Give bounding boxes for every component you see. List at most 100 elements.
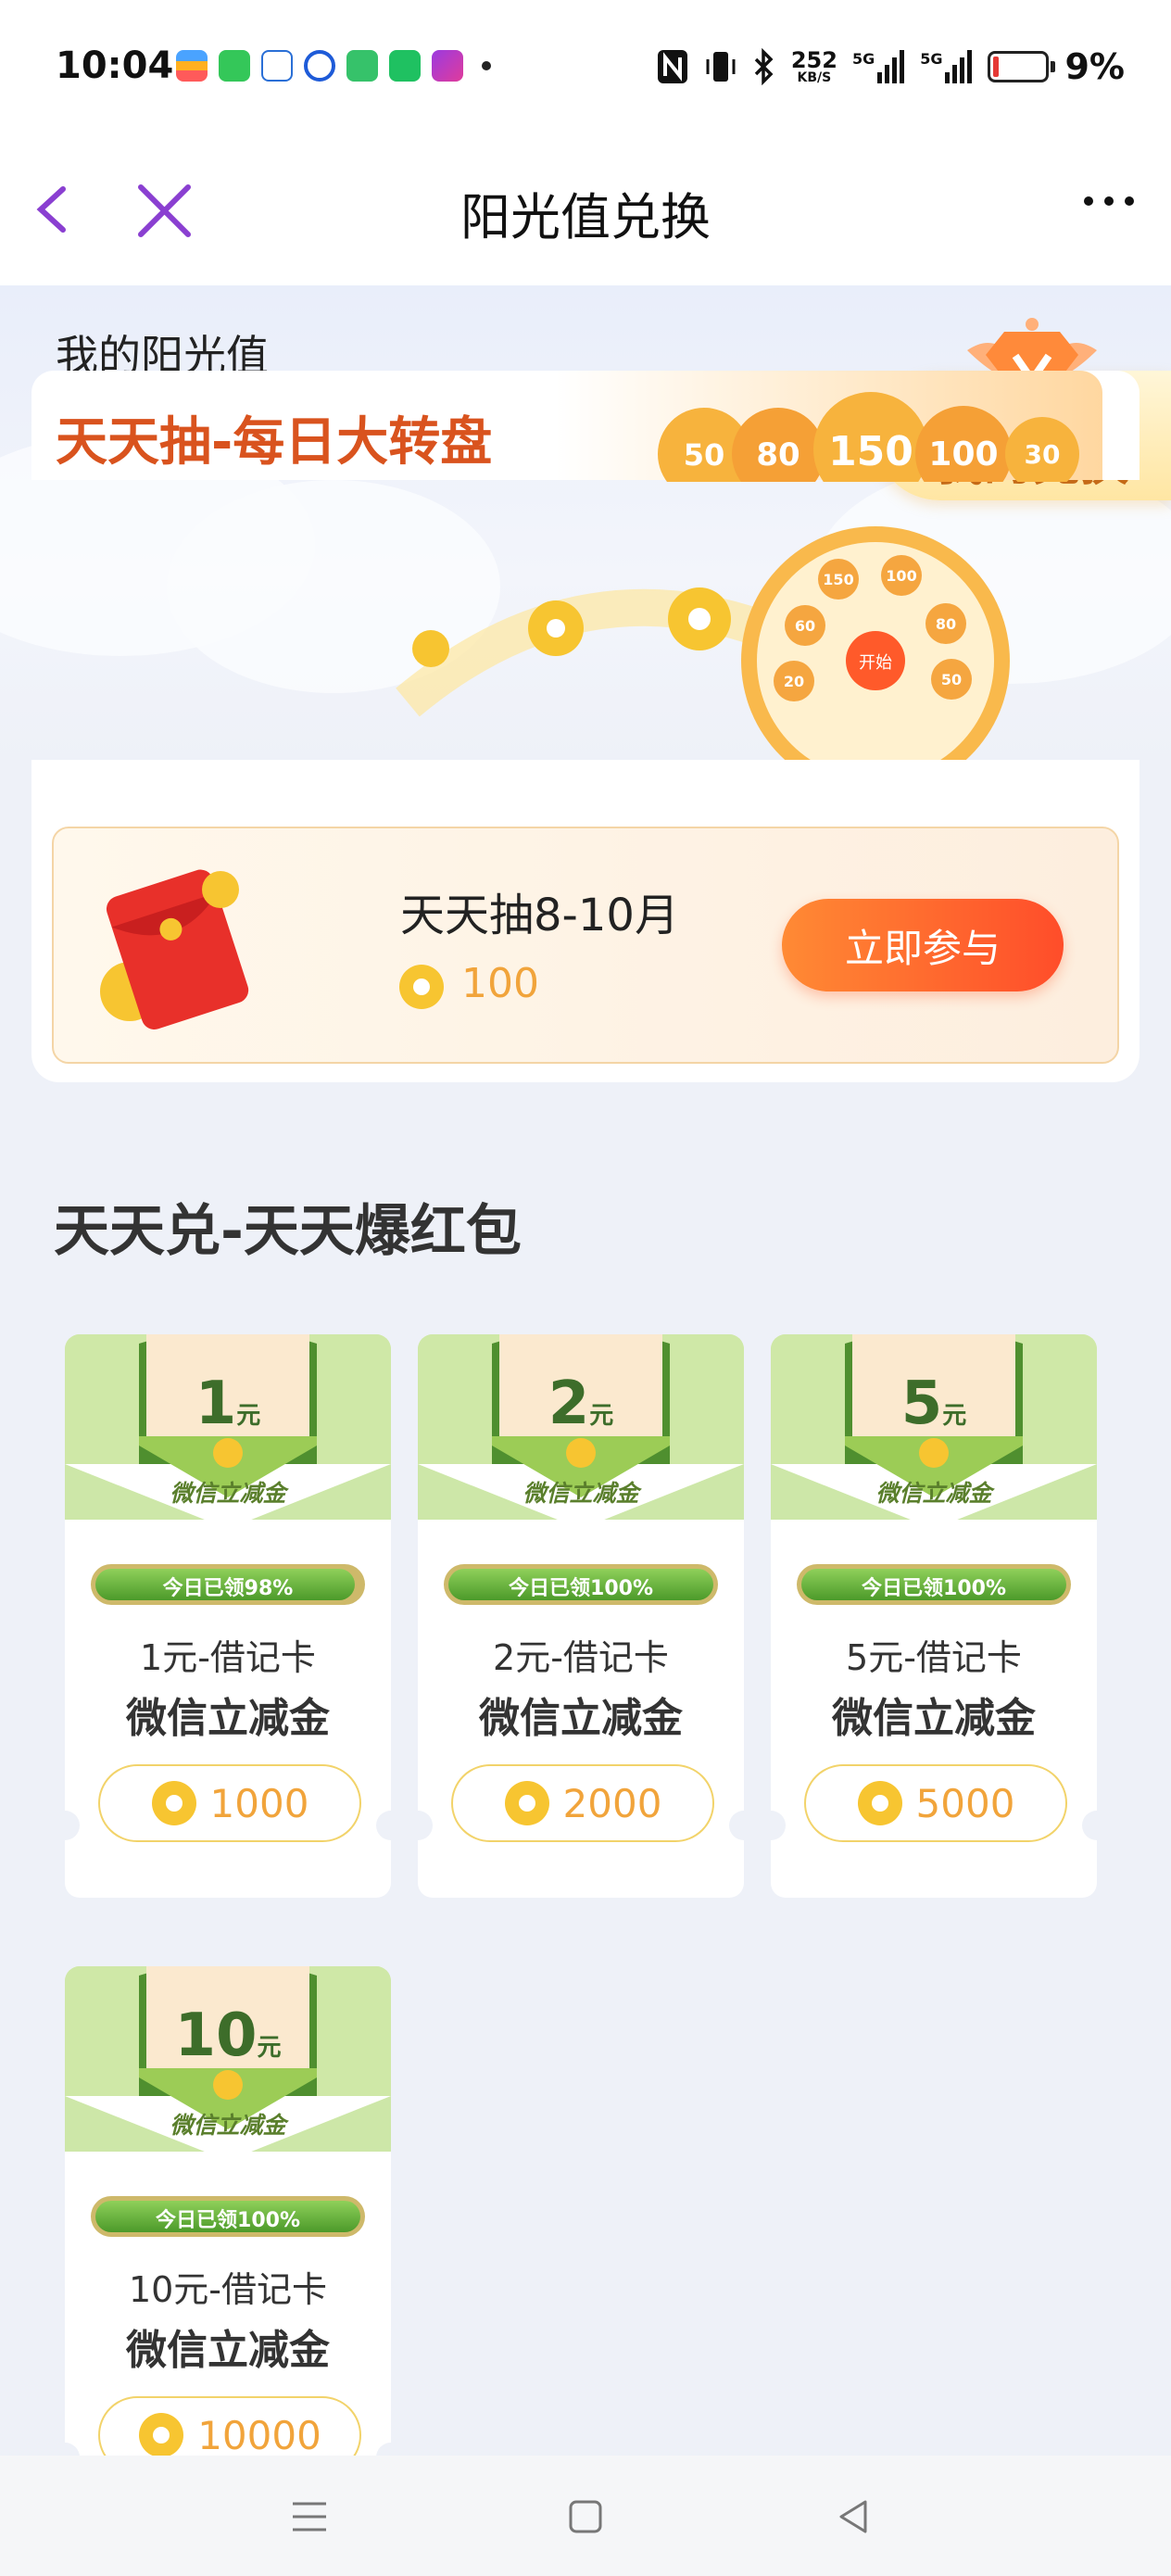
card-notch [771,1811,786,1840]
coin-value: 50 [684,437,725,473]
wheel-segment: 80 [936,615,956,633]
voucher-amount: 5元 [771,1370,1097,1438]
voucher-card[interactable]: 10元 微信立减金 今日已领100% 10元-借记卡 微信立减金 10000 [65,1966,391,2530]
nav-bar: 阳光值兑换 [0,139,1171,285]
app-icon [304,50,335,82]
voucher-amount: 10元 [65,2001,391,2070]
join-now-button[interactable]: 立即参与 [782,899,1064,991]
battery-percent: 9% [1064,46,1125,87]
battery-icon [988,51,1050,82]
lottery-item-name: 天天抽8-10月 [400,890,679,941]
coin-value: 100 [928,436,998,474]
coin-value: 150 [828,428,913,475]
menu-icon[interactable] [289,2496,330,2537]
voucher-card[interactable]: 5元 微信立减金 今日已领100% 5元-借记卡 微信立减金 5000 [771,1334,1097,1898]
net-speed: 252 KB/S [791,49,837,84]
redeem-price: 2000 [562,1780,662,1826]
nfc-icon [657,50,687,83]
voucher-card[interactable]: 2元 微信立减金 今日已领100% 2元-借记卡 微信立减金 2000 [418,1334,744,1898]
net-speed-value: 252 [790,47,837,73]
prize-wheel-icon: 150 100 80 60 20 50 开始 [741,526,1010,767]
card-notch [1082,1811,1097,1840]
voucher-subtitle: 10元-借记卡 [128,2269,328,2310]
signal-2-label: 5G [920,50,943,68]
signal-2: 5G [920,50,973,83]
redeem-price: 1000 [209,1780,309,1826]
status-right: 252 KB/S 5G 5G 9% [656,46,1125,87]
battery: 9% [988,46,1125,87]
redeem-button[interactable]: 1000 [98,1764,361,1842]
voucher-amount-number: 2 [548,1370,590,1438]
status-bar: 10:04 252 KB/S 5G 5G 9% [0,0,1171,139]
back-nav-icon[interactable] [834,2496,875,2537]
voucher-amount-number: 5 [900,1370,943,1438]
claimed-progress-text: 今日已领100% [862,1577,1006,1600]
sun-coin-icon [504,1781,549,1825]
redeem-button[interactable]: 5000 [804,1764,1067,1842]
card-notch [418,1811,433,1840]
more-icon[interactable] [1084,196,1134,206]
voucher-subtitle: 1元-借记卡 [140,1637,316,1678]
claimed-progress-bar: 今日已领100% [797,1564,1071,1605]
sun-coin-icon [857,1781,902,1825]
signal-bars-icon [945,50,973,83]
notification-icons [176,50,491,82]
signal-1: 5G [852,50,905,83]
wheel-segment: 100 [886,567,916,585]
voucher-card[interactable]: 1元 微信立减金 今日已领98% 1元-借记卡 微信立减金 1000 [65,1334,391,1898]
voucher-envelope-label: 微信立减金 [875,1480,992,1507]
voucher-amount-unit: 元 [257,2034,282,2062]
signal-1-label: 5G [851,50,875,68]
claimed-progress-bar: 今日已领100% [91,2196,365,2237]
voucher-subtitle: 2元-借记卡 [493,1637,669,1678]
sunshine-header: 我的阳光值 120738 我的兑换 150 100 80 60 20 50 开 [0,285,1171,767]
voucher-title: 微信立减金 [479,1695,683,1742]
sun-coin-icon [139,2413,184,2457]
claimed-progress-bar: 今日已领100% [444,1564,718,1605]
bluetooth-icon [754,48,774,85]
claimed-progress-bar: 今日已领98% [91,1564,365,1605]
claimed-progress-text: 今日已领100% [509,1577,653,1600]
claimed-progress-text: 今日已领98% [162,1577,294,1600]
redeem-price: 10000 [197,2412,321,2458]
page-title: 阳光值兑换 [460,188,711,246]
battery-tip [1051,61,1056,72]
message-icon [346,50,378,82]
voucher-envelope-label: 微信立减金 [523,1480,639,1507]
phone-icon [219,50,250,82]
voucher-amount: 2元 [418,1370,744,1438]
voucher-title: 微信立减金 [126,1695,330,1742]
lottery-section-title: 天天抽-每日大转盘 [56,412,493,473]
wheel-segment: 150 [823,571,853,588]
card-notch [65,1811,80,1840]
voucher-title: 微信立减金 [832,1695,1036,1742]
sun-coin-icon [399,965,444,1009]
wheel-segment: 20 [784,673,804,690]
red-envelope-icon [100,869,249,1029]
card-notch [376,1811,391,1840]
claimed-progress-text: 今日已领100% [156,2209,300,2232]
status-time: 10:04 [56,44,174,87]
voucher-subtitle: 5元-借记卡 [846,1637,1022,1678]
voucher-envelope-label: 微信立减金 [170,1480,286,1507]
front-coins: 50 80 150 100 30 [658,392,1079,482]
coin-value: 30 [1025,439,1061,470]
bank-icon [432,50,463,82]
wheel-segment: 60 [795,617,815,635]
card-notch [729,1811,744,1840]
voucher-amount-number: 1 [195,1370,237,1438]
sun-coin-icon [151,1781,196,1825]
voucher-amount-number: 10 [174,2001,258,2070]
lottery-cost: 100 [461,960,539,1007]
voucher-amount: 1元 [65,1370,391,1438]
voucher-amount-unit: 元 [236,1402,261,1430]
wheel-center-label: 开始 [859,653,892,673]
redeem-button[interactable]: 2000 [451,1764,714,1842]
voucher-amount-unit: 元 [589,1402,614,1430]
vibrate-icon [706,52,736,82]
home-icon[interactable] [565,2496,606,2537]
signal-bars-icon [877,50,905,83]
wheel-segment: 50 [941,671,962,688]
voucher-envelope-label: 微信立减金 [170,2112,286,2139]
bird-icon [261,50,293,82]
